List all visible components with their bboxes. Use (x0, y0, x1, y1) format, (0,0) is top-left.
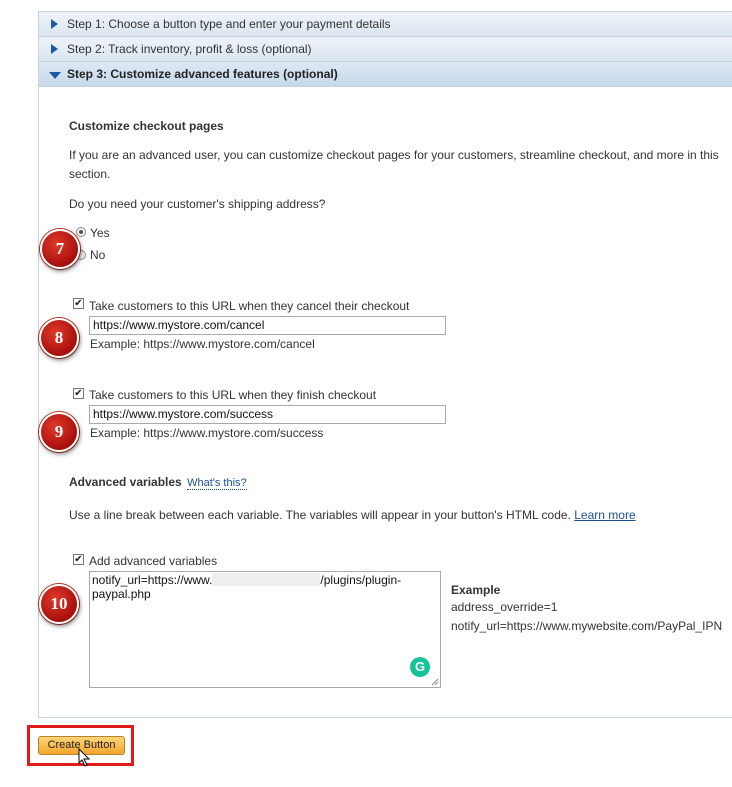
textarea-url-prefix: notify_url=https://www. (92, 573, 213, 587)
example-line-1: address_override=1 (451, 600, 558, 614)
textarea-line-2: paypal.php (92, 587, 151, 601)
whats-this-link[interactable]: What's this? (187, 477, 247, 490)
learn-more-link[interactable]: Learn more (574, 508, 635, 522)
advanced-heading: Advanced variables (69, 475, 182, 489)
step-1-label: Step 1: Choose a button type and enter y… (67, 17, 391, 31)
success-url-example: Example: https://www.mystore.com/success (90, 426, 324, 440)
step-3-label: Step 3: Customize advanced features (opt… (67, 67, 338, 81)
step-2-label: Step 2: Track inventory, profit & loss (… (67, 42, 312, 56)
step-1-header[interactable]: Step 1: Choose a button type and enter y… (39, 12, 732, 37)
annotation-badge-9: 9 (39, 412, 79, 452)
redacted-domain (212, 573, 321, 586)
textarea-url-suffix: /plugins/plugin- (320, 573, 402, 587)
success-url-checkbox[interactable]: ✔ (73, 388, 84, 399)
example-heading: Example (451, 583, 501, 597)
success-url-label: Take customers to this URL when they fin… (89, 388, 377, 402)
shipping-question: Do you need your customer's shipping add… (69, 197, 326, 211)
annotation-badge-7: 7 (40, 229, 80, 269)
expand-arrow-icon (51, 44, 58, 54)
annotation-badge-10: 10 (39, 584, 79, 624)
advanced-description-row: Use a line break between each variable. … (69, 506, 636, 525)
cancel-url-example: Example: https://www.mystore.com/cancel (90, 337, 315, 351)
advanced-description: Use a line break between each variable. … (69, 508, 571, 522)
example-line-2: notify_url=https://www.mywebsite.com/Pay… (451, 619, 723, 633)
grammarly-icon[interactable]: G (410, 657, 430, 677)
shipping-yes-label: Yes (90, 226, 110, 240)
step-2-header[interactable]: Step 2: Track inventory, profit & loss (… (39, 37, 732, 62)
mouse-pointer-icon (78, 748, 91, 767)
annotation-badge-8: 8 (39, 318, 79, 358)
advanced-variables-textarea[interactable]: notify_url=https://www./plugins/plugin- … (89, 571, 441, 688)
cancel-url-input[interactable]: https://www.mystore.com/cancel (89, 316, 446, 335)
step-3-header[interactable]: Step 3: Customize advanced features (opt… (39, 62, 732, 87)
textarea-line-1: notify_url=https://www. /plugins/plugin- (92, 573, 438, 587)
resize-handle-icon[interactable] (431, 678, 439, 686)
success-url-input[interactable]: https://www.mystore.com/success (89, 405, 446, 424)
shipping-yes-radio[interactable] (76, 227, 86, 237)
shipping-no-label: No (90, 248, 106, 262)
checkout-description: If you are an advanced user, you can cus… (69, 148, 719, 181)
checkout-heading: Customize checkout pages (69, 119, 224, 133)
expand-arrow-icon (51, 19, 58, 29)
advanced-variables-checkbox[interactable]: ✔ (73, 554, 84, 565)
advanced-variables-label: Add advanced variables (89, 554, 218, 568)
cancel-url-checkbox[interactable]: ✔ (73, 298, 84, 309)
cancel-url-label: Take customers to this URL when they can… (89, 299, 410, 313)
collapse-arrow-icon (49, 72, 61, 79)
advanced-heading-row: Advanced variables What's this? (69, 475, 247, 490)
